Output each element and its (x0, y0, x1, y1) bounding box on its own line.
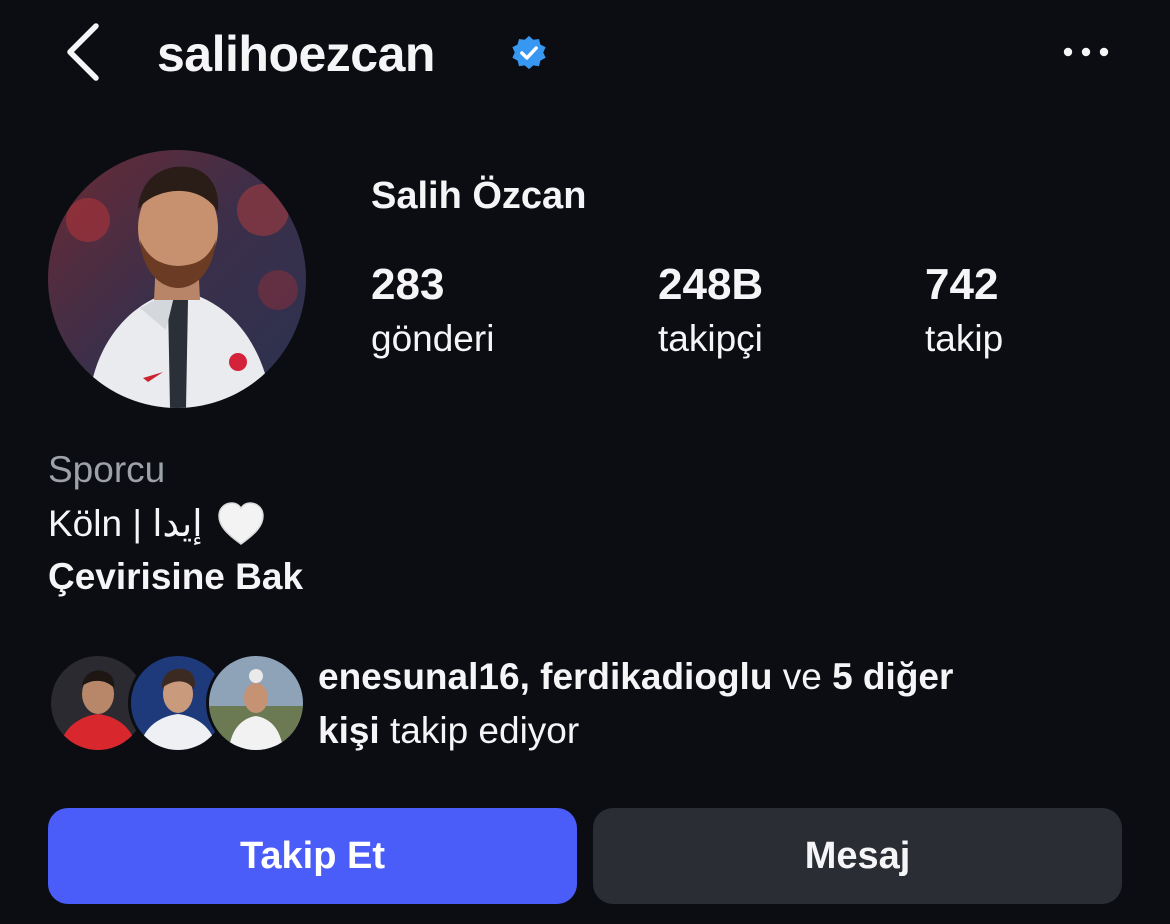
stat-posts-value: 283 (371, 260, 445, 309)
profile-avatar[interactable] (48, 150, 306, 408)
more-horizontal-icon (1063, 47, 1109, 57)
stat-posts[interactable]: 283 gönderi (371, 258, 494, 362)
back-button[interactable] (62, 20, 106, 84)
stat-following-value: 742 (925, 260, 999, 309)
stat-followers[interactable]: 248B takipçi (658, 258, 763, 362)
stat-following-label: takip (925, 318, 1004, 359)
mutual-separator: , (519, 656, 541, 697)
mutual-user-1[interactable]: enesunal16 (318, 656, 520, 697)
stat-posts-label: gönderi (371, 318, 495, 359)
bio-text: Köln | إيدا (48, 503, 203, 544)
chevron-left-icon (67, 23, 99, 81)
profile-category: Sporcu (48, 449, 166, 490)
mutual-followers-text[interactable]: enesunal16, ferdikadioglu ve 5 diğer kiş… (318, 650, 1138, 758)
mutual-and: ve (772, 656, 833, 697)
white-heart-icon (217, 502, 264, 545)
stat-followers-value: 248B (658, 260, 764, 309)
more-options-button[interactable] (1058, 30, 1114, 74)
stat-following[interactable]: 742 takip (925, 258, 1003, 362)
mutual-people: kişi (318, 710, 380, 751)
verified-badge-icon (512, 35, 546, 70)
profile-bio: Köln | إيدا (48, 498, 267, 550)
message-button[interactable]: Mesaj (593, 808, 1122, 904)
mutual-others-count[interactable]: 5 diğer (832, 656, 953, 697)
profile-photo (48, 150, 306, 408)
profile-full-name: Salih Özcan (371, 175, 587, 217)
see-translation-link[interactable]: Çevirisine Bak (48, 553, 303, 601)
stat-followers-label: takipçi (658, 318, 763, 359)
mutual-user-2[interactable]: ferdikadioglu (540, 656, 772, 697)
mutual-avatar-3 (206, 653, 306, 753)
mutual-tail: takip ediyor (379, 710, 580, 751)
profile-username: salihoezcan (157, 26, 435, 82)
follow-button[interactable]: Takip Et (48, 808, 577, 904)
mutual-followers-avatars[interactable] (48, 653, 306, 753)
